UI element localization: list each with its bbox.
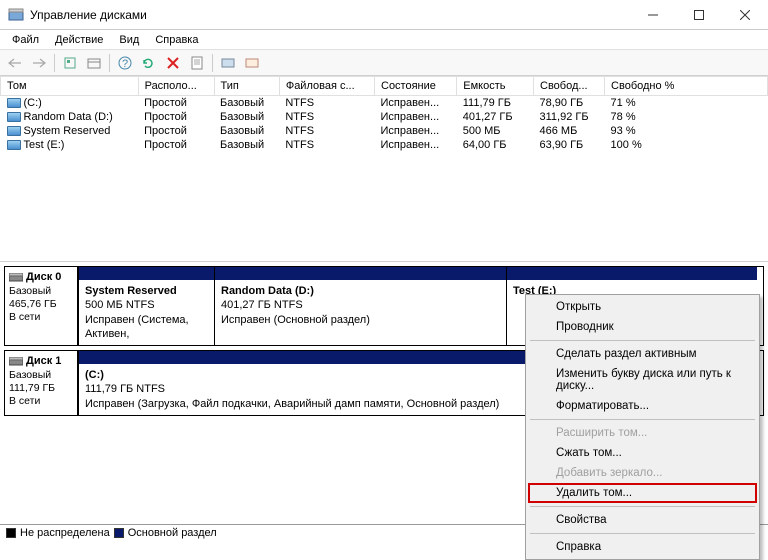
ctx-delete-volume[interactable]: Удалить том... [528,483,757,503]
legend-unallocated-swatch [6,528,16,538]
back-button[interactable] [4,52,26,74]
menu-file[interactable]: Файл [4,32,47,48]
column-header[interactable]: Состояние [375,77,457,96]
help-icon[interactable]: ? [114,52,136,74]
delete-icon[interactable] [162,52,184,74]
column-header[interactable]: Свобод... [534,77,605,96]
ctx-properties[interactable]: Свойства [528,510,757,530]
toolbar-icon-4[interactable] [241,52,263,74]
maximize-button[interactable] [676,0,722,30]
disk-header[interactable]: Диск 0Базовый465,76 ГБВ сети [4,266,78,346]
disk-header[interactable]: Диск 1Базовый111,79 ГБВ сети [4,350,78,416]
toolbar-icon-1[interactable] [59,52,81,74]
toolbar-icon-3[interactable] [217,52,239,74]
legend-primary-swatch [114,528,124,538]
column-header[interactable]: Емкость [457,77,534,96]
volume-row[interactable]: Random Data (D:)ПростойБазовыйNTFSИсправ… [1,110,768,124]
volume-row[interactable]: Test (E:)ПростойБазовыйNTFSИсправен...64… [1,138,768,152]
ctx-extend: Расширить том... [528,423,757,443]
column-header[interactable]: Свободно % [605,77,768,96]
window-title: Управление дисками [30,8,630,22]
ctx-open[interactable]: Открыть [528,297,757,317]
volume-row[interactable]: (C:)ПростойБазовыйNTFSИсправен...111,79 … [1,96,768,111]
toolbar-icon-2[interactable] [83,52,105,74]
menu-help[interactable]: Справка [147,32,206,48]
svg-text:?: ? [122,58,128,70]
legend-unallocated-label: Не распределена [20,527,110,539]
ctx-help[interactable]: Справка [528,537,757,557]
close-button[interactable] [722,0,768,30]
column-header[interactable]: Располо... [138,77,214,96]
column-header[interactable]: Файловая с... [279,77,374,96]
column-header[interactable]: Том [1,77,139,96]
ctx-format[interactable]: Форматировать... [528,396,757,416]
ctx-make-active[interactable]: Сделать раздел активным [528,344,757,364]
partition[interactable]: System Reserved500 МБ NTFSИсправен (Сист… [79,267,215,345]
menu-view[interactable]: Вид [111,32,147,48]
menu-action[interactable]: Действие [47,32,111,48]
ctx-change-letter[interactable]: Изменить букву диска или путь к диску... [528,364,757,396]
context-menu: Открыть Проводник Сделать раздел активны… [525,294,760,560]
ctx-shrink[interactable]: Сжать том... [528,443,757,463]
volume-row[interactable]: System ReservedПростойБазовыйNTFSИсправе… [1,124,768,138]
titlebar: Управление дисками [0,0,768,30]
toolbar: ? [0,50,768,76]
ctx-mirror: Добавить зеркало... [528,463,757,483]
column-header[interactable]: Тип [214,77,279,96]
properties-icon[interactable] [186,52,208,74]
partition[interactable]: Random Data (D:)401,27 ГБ NTFSИсправен (… [215,267,507,345]
forward-button[interactable] [28,52,50,74]
volume-list: ТомРасполо...ТипФайловая с...СостояниеЕм… [0,76,768,262]
minimize-button[interactable] [630,0,676,30]
legend-primary-label: Основной раздел [128,527,217,539]
ctx-explorer[interactable]: Проводник [528,317,757,337]
app-icon [8,7,24,23]
refresh-icon[interactable] [138,52,160,74]
menubar: Файл Действие Вид Справка [0,30,768,50]
